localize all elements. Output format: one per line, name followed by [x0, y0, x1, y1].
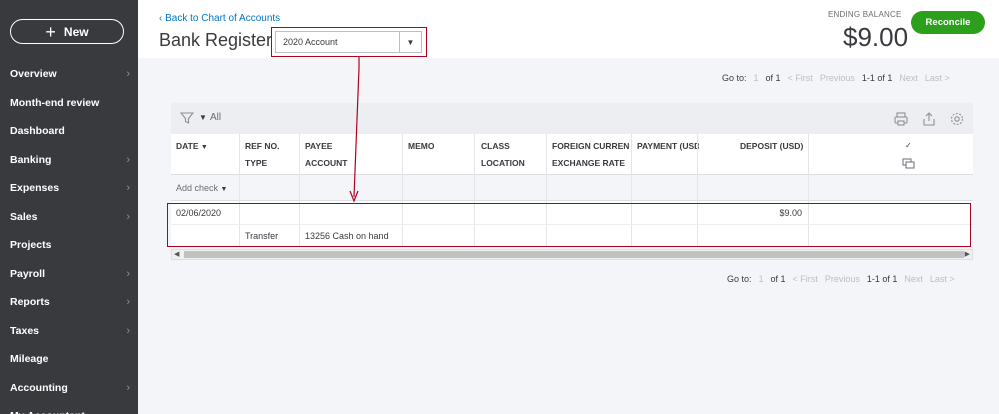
next-page-link[interactable]: Next — [904, 274, 923, 284]
sidebar-item-label: Mileage — [10, 353, 49, 365]
new-button[interactable]: + New — [10, 19, 124, 44]
add-transaction-row: Add check ▼ — [171, 175, 973, 201]
column-header-type[interactable]: TYPE — [245, 158, 267, 168]
sidebar-item-taxes[interactable]: Taxes › — [10, 321, 130, 341]
copy-icon[interactable] — [902, 158, 916, 170]
sidebar-item-label: Expenses — [10, 182, 60, 194]
sidebar-item-projects[interactable]: Projects — [10, 235, 130, 255]
column-header-date[interactable]: DATE ▼ — [176, 141, 208, 151]
back-to-chart-of-accounts-link[interactable]: ‹ Back to Chart of Accounts — [159, 13, 280, 24]
ending-balance-value: $9.00 — [843, 22, 909, 52]
table-header-row: DATE ▼ REF NO. TYPE PAYEE ACCOUNT MEMO C… — [171, 134, 973, 175]
page-header: ‹ Back to Chart of Accounts Bank Registe… — [138, 0, 999, 58]
register-toolbar: ▼ All — [171, 103, 973, 134]
pager-top: Go to: 1 of 1 < First Previous 1-1 of 1 … — [722, 73, 950, 83]
goto-page-input[interactable]: 1 — [759, 274, 764, 284]
sidebar-item-label: Payroll — [10, 267, 46, 280]
chevron-right-icon: › — [126, 267, 130, 280]
scrollbar-thumb[interactable] — [184, 251, 964, 258]
filter-value[interactable]: All — [210, 112, 221, 123]
annotation-box-transaction-row — [167, 203, 971, 247]
reconcile-button[interactable]: Reconcile — [911, 11, 985, 34]
add-check-dropdown[interactable]: Add check ▼ — [176, 183, 227, 193]
last-page-link[interactable]: Last > — [930, 274, 955, 284]
page-range: 1-1 of 1 — [861, 73, 893, 83]
goto-label: Go to: — [727, 274, 752, 284]
sidebar-item-my-accountant[interactable]: My Accountant — [10, 406, 130, 414]
sidebar-item-sales[interactable]: Sales › — [10, 207, 130, 227]
last-page-link[interactable]: Last > — [925, 73, 950, 83]
chevron-down-icon: ▼ — [220, 186, 228, 193]
sidebar-item-label: Dashboard — [10, 125, 65, 137]
column-header-exchange-rate[interactable]: EXCHANGE RATE — [552, 158, 625, 168]
previous-page-link[interactable]: Previous — [820, 73, 855, 83]
sidebar-item-accounting[interactable]: Accounting › — [10, 378, 130, 398]
pager-bottom: Go to: 1 of 1 < First Previous 1-1 of 1 … — [727, 274, 955, 284]
filter-dropdown-caret-icon[interactable]: ▼ — [199, 113, 207, 122]
column-header-foreign-currency[interactable]: FOREIGN CURRENCY — [552, 141, 630, 151]
column-header-payee[interactable]: PAYEE — [305, 141, 332, 151]
gear-icon[interactable] — [949, 111, 965, 127]
ending-balance-label: ENDING BALANCE — [828, 10, 902, 19]
chevron-right-icon: › — [126, 153, 130, 166]
goto-page-input[interactable]: 1 — [754, 73, 759, 83]
sidebar-item-label: Banking — [10, 153, 52, 166]
sidebar-item-month-end-review[interactable]: Month-end review — [10, 93, 130, 113]
chevron-right-icon: › — [126, 381, 130, 394]
page-count: of 1 — [765, 73, 781, 83]
page-title: Bank Register — [159, 30, 273, 50]
column-header-account[interactable]: ACCOUNT — [305, 158, 348, 168]
left-nav-sidebar: + New Overview › Month-end review Dashboard… — [0, 0, 138, 414]
sidebar-item-label: Month-end review — [10, 96, 100, 109]
filter-icon[interactable] — [180, 111, 194, 125]
page-range: 1-1 of 1 — [866, 274, 898, 284]
previous-page-link[interactable]: Previous — [825, 274, 860, 284]
first-page-link[interactable]: < First — [793, 274, 818, 284]
scroll-left-icon[interactable]: ◀ — [174, 250, 179, 259]
chevron-right-icon: › — [126, 182, 130, 194]
chevron-right-icon: › — [126, 296, 130, 308]
sidebar-item-label: Taxes — [10, 324, 39, 337]
export-icon[interactable] — [921, 111, 937, 127]
column-header-class[interactable]: CLASS — [481, 141, 510, 151]
next-page-link[interactable]: Next — [899, 73, 918, 83]
sidebar-item-banking[interactable]: Banking › — [10, 150, 130, 170]
sort-down-icon: ▼ — [200, 144, 208, 151]
sidebar-item-label: Sales — [10, 210, 38, 223]
column-header-memo[interactable]: MEMO — [408, 141, 434, 151]
horizontal-scrollbar[interactable]: ◀ ▶ — [171, 249, 973, 260]
new-button-label: New — [63, 24, 89, 39]
goto-label: Go to: — [722, 73, 747, 83]
sidebar-item-reports[interactable]: Reports › — [10, 292, 130, 312]
chevron-right-icon: › — [126, 210, 130, 223]
chevron-right-icon: › — [126, 324, 130, 337]
column-header-ref-no[interactable]: REF NO. — [245, 141, 279, 151]
page-count: of 1 — [770, 274, 786, 284]
sidebar-item-mileage[interactable]: Mileage — [10, 349, 130, 369]
column-header-payment[interactable]: PAYMENT (USD) — [637, 141, 699, 151]
annotation-box-account-select — [271, 27, 427, 57]
plus-icon: + — [45, 21, 56, 42]
column-header-deposit[interactable]: DEPOSIT (USD) — [740, 141, 803, 151]
sidebar-item-label: Projects — [10, 239, 52, 251]
sidebar-item-payroll[interactable]: Payroll › — [10, 264, 130, 284]
sidebar-item-label: My Accountant — [10, 410, 85, 414]
reconcile-status-check-icon: ✓ — [905, 141, 912, 150]
scroll-right-icon[interactable]: ▶ — [965, 250, 970, 259]
sidebar-item-expenses[interactable]: Expenses › — [10, 178, 130, 198]
sidebar-item-label: Accounting — [10, 381, 68, 394]
sidebar-item-label: Reports — [10, 296, 50, 308]
column-header-location[interactable]: LOCATION — [481, 158, 525, 168]
first-page-link[interactable]: < First — [788, 73, 813, 83]
sidebar-item-dashboard[interactable]: Dashboard — [10, 121, 130, 141]
sidebar-item-overview[interactable]: Overview › — [10, 64, 130, 84]
back-link-text[interactable]: Back to Chart of Accounts — [165, 13, 280, 24]
print-icon[interactable] — [893, 111, 909, 127]
sidebar-item-label: Overview — [10, 68, 57, 80]
chevron-right-icon: › — [126, 68, 130, 80]
